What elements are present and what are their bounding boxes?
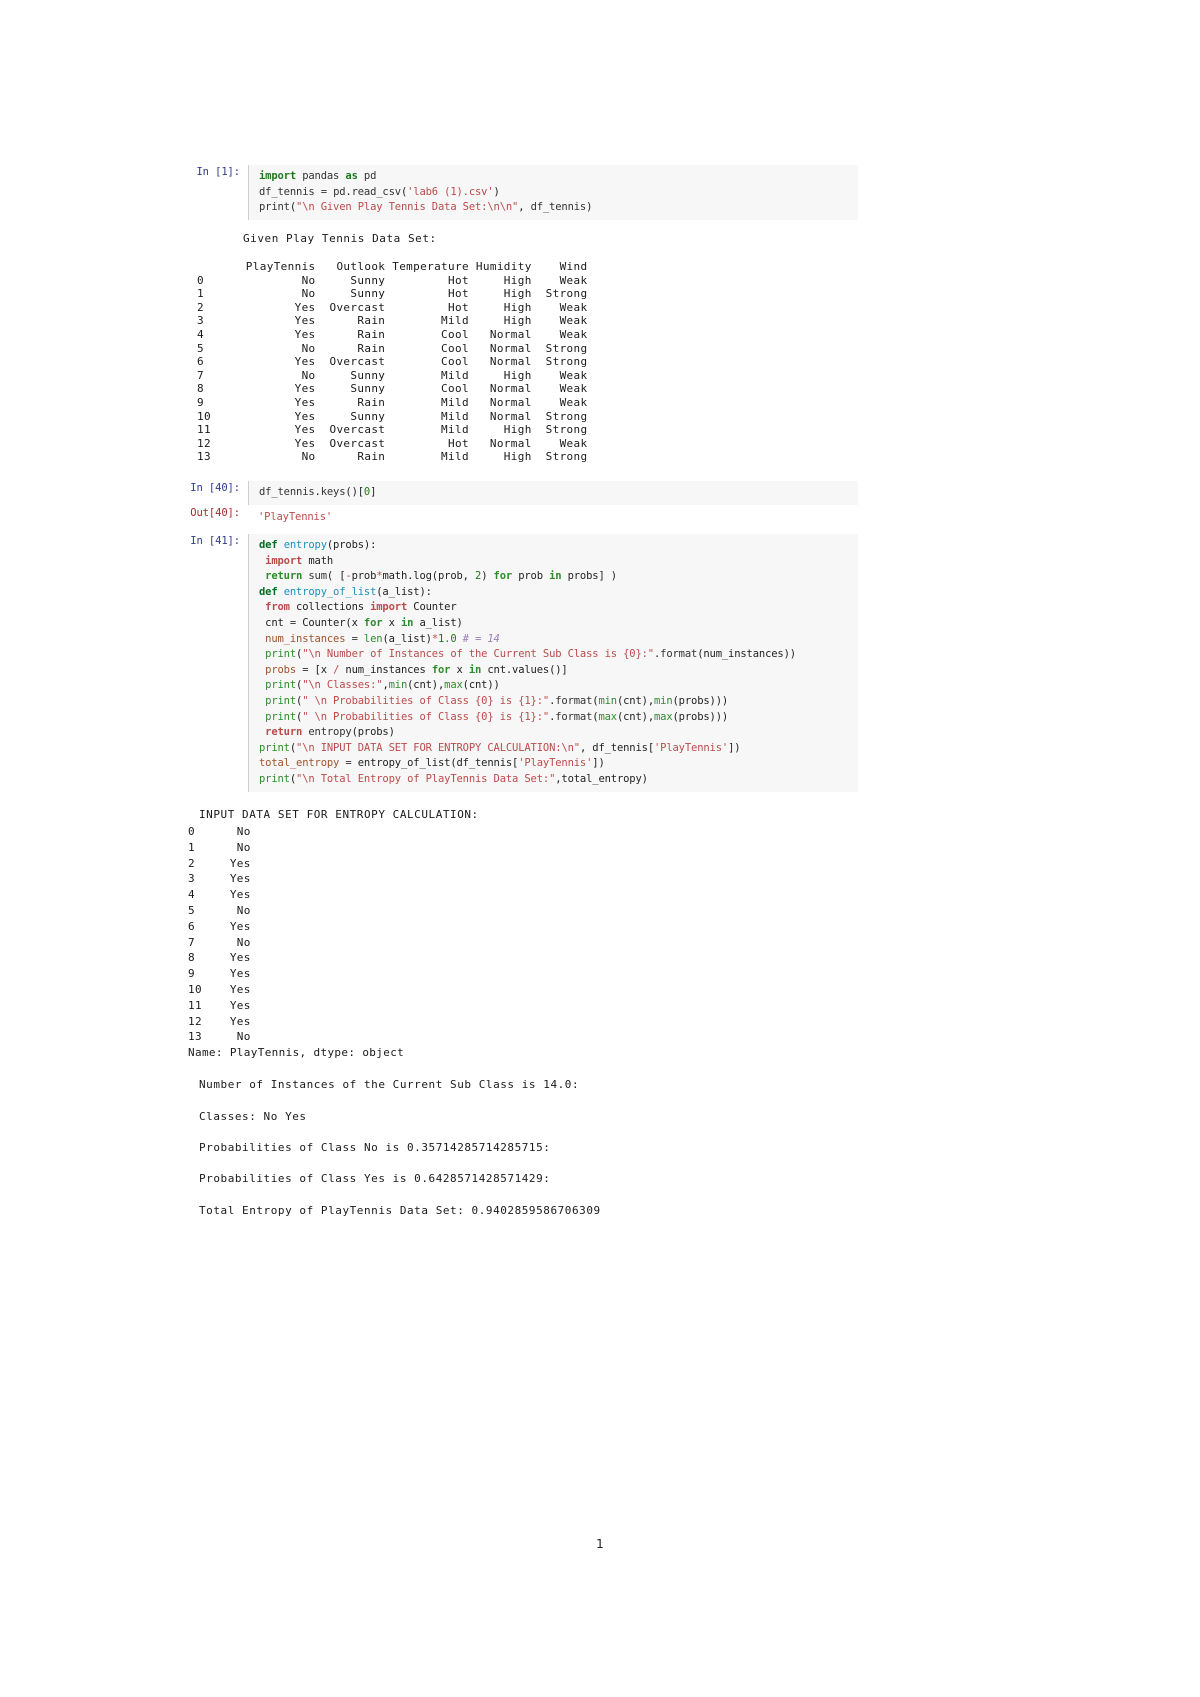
output-prob-yes: Probabilities of Class Yes is 0.64285714… bbox=[199, 1172, 550, 1186]
page-number: 1 bbox=[0, 1537, 1200, 1551]
output-entropy-series: 0 No 1 No 2 Yes 3 Yes 4 Yes 5 No 6 Yes 7… bbox=[188, 824, 251, 1045]
total-entropy-text: Total Entropy of PlayTennis Data Set: 0.… bbox=[199, 1204, 601, 1217]
cell-prompt-in-40: In [40]: bbox=[190, 482, 240, 494]
entropy-name-text: Name: PlayTennis, dtype: object bbox=[188, 1046, 405, 1059]
code-editor-in-41[interactable]: def entropy(probs): import math return s… bbox=[248, 534, 858, 792]
dataset-table-text: PlayTennis Outlook Temperature Humidity … bbox=[197, 260, 588, 464]
dataset-title-text: Given Play Tennis Data Set: bbox=[243, 232, 437, 245]
cell-prompt-in-41: In [41]: bbox=[190, 535, 240, 547]
code-editor-in-1[interactable]: import pandas as pd df_tennis = pd.read_… bbox=[248, 165, 858, 220]
cell-prompt-out-40: Out[40]: bbox=[190, 507, 240, 519]
output-dataset-table: PlayTennis Outlook Temperature Humidity … bbox=[197, 260, 587, 464]
output-cell-out-40: Out[40]: 'PlayTennis' bbox=[168, 506, 858, 526]
output-entropy-name-line: Name: PlayTennis, dtype: object bbox=[188, 1046, 404, 1060]
prob-yes-text: Probabilities of Class Yes is 0.64285714… bbox=[199, 1172, 551, 1185]
output-classes: Classes: No Yes bbox=[199, 1110, 307, 1124]
notebook-page: In [1]: import pandas as pd df_tennis = … bbox=[0, 0, 1200, 1697]
code-cell-in-1[interactable]: In [1]: import pandas as pd df_tennis = … bbox=[168, 165, 858, 220]
output-num-instances: Number of Instances of the Current Sub C… bbox=[199, 1078, 579, 1092]
output-total-entropy: Total Entropy of PlayTennis Data Set: 0.… bbox=[199, 1204, 601, 1218]
cell-prompt-in-1: In [1]: bbox=[196, 166, 240, 178]
output-dataset-title: Given Play Tennis Data Set: bbox=[243, 232, 437, 246]
entropy-header-text: INPUT DATA SET FOR ENTROPY CALCULATION: bbox=[199, 808, 479, 821]
code-editor-in-40[interactable]: df_tennis.keys()[0] bbox=[248, 481, 858, 505]
entropy-series-text: 0 No 1 No 2 Yes 3 Yes 4 Yes 5 No 6 Yes 7… bbox=[188, 825, 251, 1044]
prob-no-text: Probabilities of Class No is 0.357142857… bbox=[199, 1141, 551, 1154]
classes-text: Classes: No Yes bbox=[199, 1110, 307, 1123]
page-number-text: 1 bbox=[596, 1537, 604, 1551]
code-cell-in-41[interactable]: In [41]: def entropy(probs): import math… bbox=[168, 534, 858, 792]
output-value-out-40: 'PlayTennis' bbox=[248, 506, 332, 526]
output-prob-no: Probabilities of Class No is 0.357142857… bbox=[199, 1141, 550, 1155]
num-instances-text: Number of Instances of the Current Sub C… bbox=[199, 1078, 580, 1091]
output-entropy-header: INPUT DATA SET FOR ENTROPY CALCULATION: bbox=[199, 808, 479, 822]
code-cell-in-40[interactable]: In [40]: df_tennis.keys()[0] bbox=[168, 481, 858, 505]
out-40-text: 'PlayTennis' bbox=[258, 511, 333, 523]
